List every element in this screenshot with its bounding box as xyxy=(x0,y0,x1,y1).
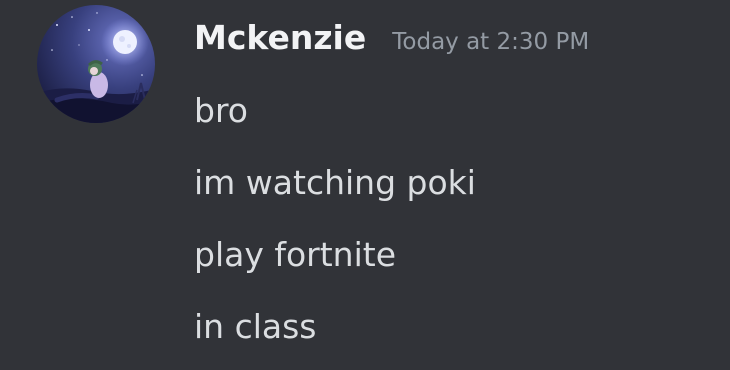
message-line: bro xyxy=(194,91,248,130)
message-header: Mckenzie Today at 2:30 PM xyxy=(194,10,589,66)
message-line: in class xyxy=(194,307,317,346)
chat-message: Mckenzie Today at 2:30 PM bro im watchin… xyxy=(0,0,730,370)
message-line: play fortnite xyxy=(194,235,396,274)
moon-night-avatar-icon xyxy=(37,5,155,123)
user-avatar[interactable] xyxy=(37,5,155,123)
username[interactable]: Mckenzie xyxy=(194,10,366,66)
message-line: im watching poki xyxy=(194,163,476,202)
timestamp: Today at 2:30 PM xyxy=(392,29,590,55)
message-content: bro im watching poki play fortnite in cl… xyxy=(194,75,476,363)
